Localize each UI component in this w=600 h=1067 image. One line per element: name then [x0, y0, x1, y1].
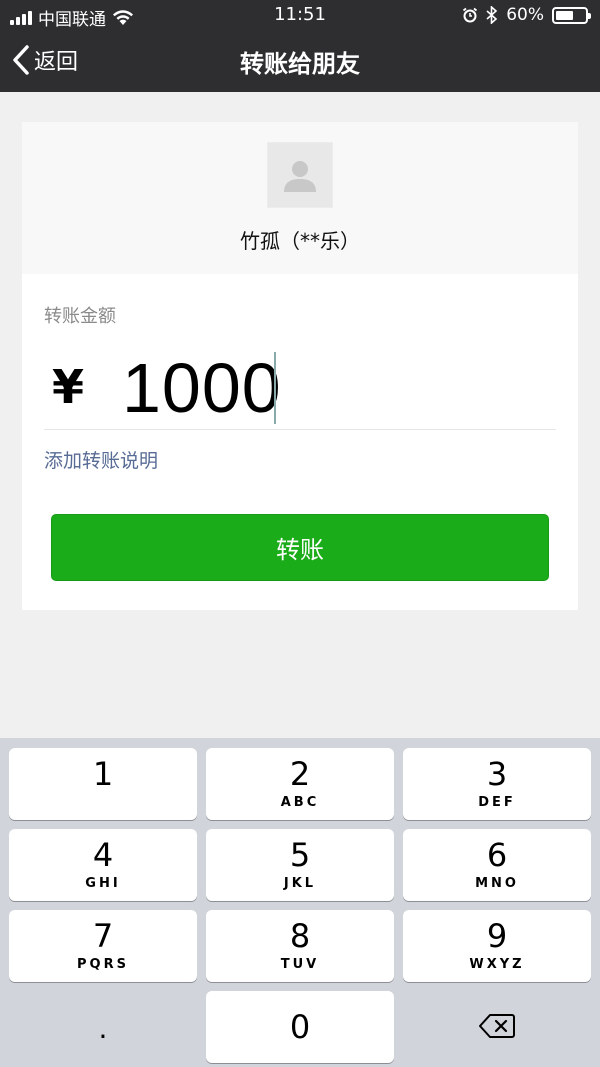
battery-icon: [552, 6, 591, 24]
key-decimal[interactable]: .: [9, 991, 197, 1063]
avatar[interactable]: [267, 142, 333, 208]
key-5[interactable]: 5 JKL: [206, 829, 394, 901]
page-title: 转账给朋友: [240, 50, 360, 78]
amount-input[interactable]: ¥ 1000: [44, 346, 556, 430]
battery-percent: 60%: [506, 5, 544, 25]
recipient-section: 竹孤（**乐）: [22, 122, 578, 274]
key-1[interactable]: 1: [9, 748, 197, 820]
key-8[interactable]: 8 TUV: [206, 910, 394, 982]
status-bar: 中国联通 11:51 60%: [0, 0, 600, 30]
currency-symbol: ¥: [52, 360, 85, 414]
key-4[interactable]: 4 GHI: [9, 829, 197, 901]
key-delete[interactable]: [403, 991, 591, 1063]
backspace-icon: [479, 1014, 515, 1038]
numeric-keypad: 1 2 ABC 3 DEF 4 GHI 5 JKL 6 MNO 7 PQRS 8…: [0, 738, 600, 1067]
key-2[interactable]: 2 ABC: [206, 748, 394, 820]
recipient-name: 竹孤（**乐）: [240, 229, 360, 253]
battery-fill: [556, 10, 573, 20]
transfer-card: 竹孤（**乐） 转账金额 ¥ 1000 添加转账说明 转账: [22, 122, 578, 610]
amount-value: 1000: [122, 349, 282, 427]
key-0[interactable]: 0: [206, 991, 394, 1063]
add-note-link[interactable]: 添加转账说明: [44, 446, 158, 473]
default-avatar-icon: [284, 161, 316, 192]
bluetooth-icon: [486, 6, 498, 24]
navigation-bar: 返回 转账给朋友: [0, 30, 600, 92]
top-bar: 中国联通 11:51 60% 返回 转账给朋友: [0, 0, 600, 92]
key-7[interactable]: 7 PQRS: [9, 910, 197, 982]
key-6[interactable]: 6 MNO: [403, 829, 591, 901]
text-caret: [274, 352, 276, 424]
alarm-icon: [463, 7, 478, 23]
amount-label: 转账金额: [44, 306, 116, 327]
key-9[interactable]: 9 WXYZ: [403, 910, 591, 982]
transfer-button[interactable]: 转账: [51, 514, 549, 581]
key-3[interactable]: 3 DEF: [403, 748, 591, 820]
